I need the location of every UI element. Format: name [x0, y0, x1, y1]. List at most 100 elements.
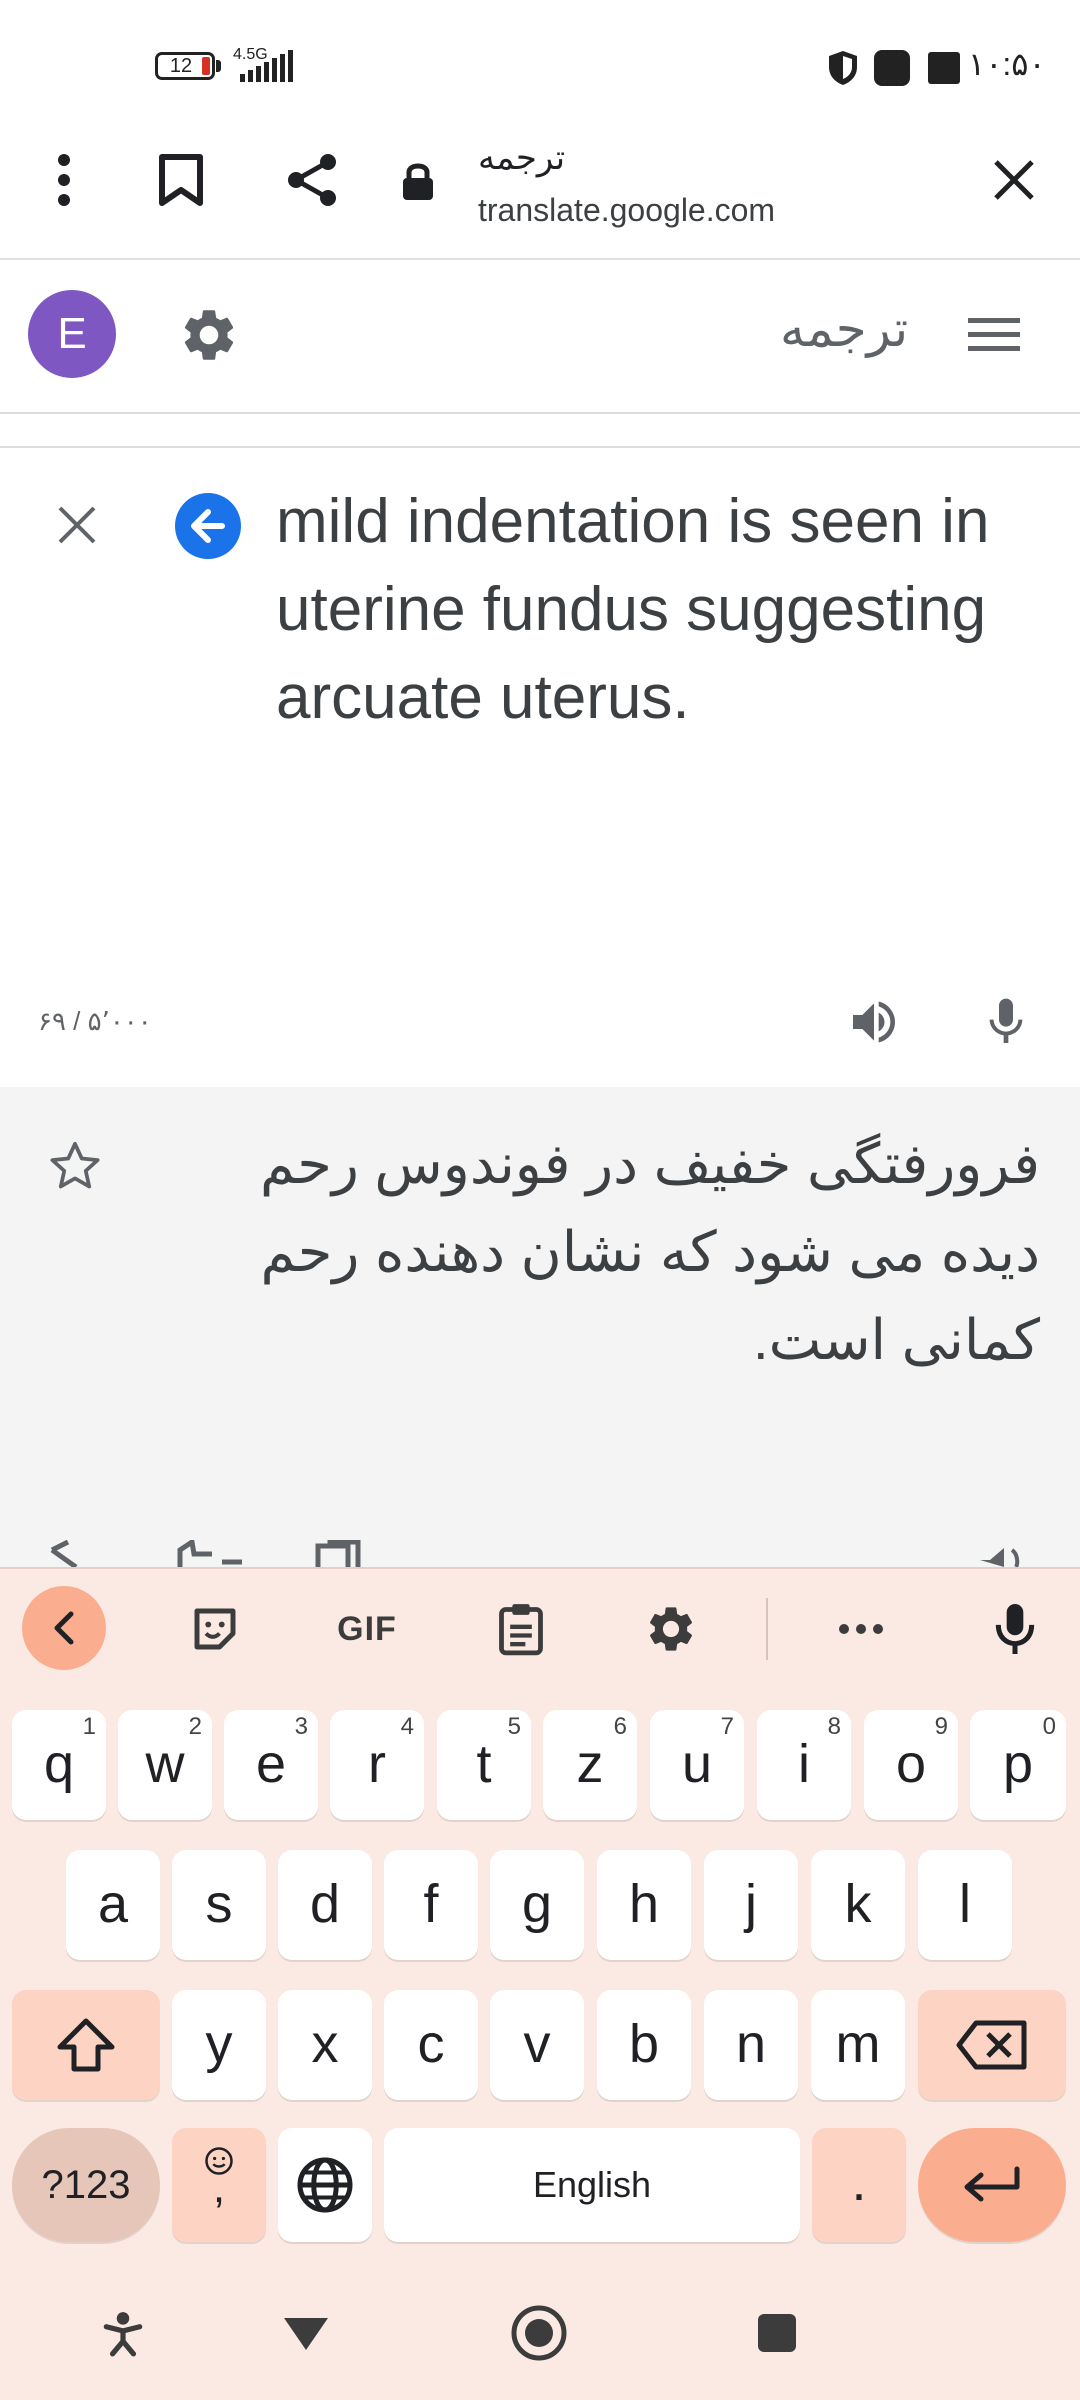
share-icon[interactable]	[284, 152, 340, 208]
shift-icon	[57, 2018, 115, 2072]
key-k[interactable]: k	[811, 1850, 905, 1960]
period-key[interactable]: .	[812, 2128, 906, 2242]
close-icon[interactable]	[992, 158, 1036, 202]
key-label: o	[895, 1734, 927, 1794]
key-label: j	[745, 1874, 757, 1934]
key-f[interactable]: f	[384, 1850, 478, 1960]
key-hint: 4	[400, 1713, 414, 1740]
back-arrow-icon[interactable]	[174, 492, 242, 560]
app-header	[0, 260, 1080, 414]
more-horizontal-icon	[839, 1624, 883, 1634]
gif-label: GIF	[337, 1609, 397, 1648]
key-hint: 8	[827, 1713, 841, 1740]
home-icon[interactable]	[510, 2304, 568, 2362]
key-label: i	[798, 1734, 810, 1794]
feedback-icon[interactable]	[172, 1540, 242, 1567]
share-translation-icon[interactable]	[48, 1540, 104, 1567]
key-hint: 0	[1042, 1713, 1056, 1740]
notification-icon-2	[928, 52, 960, 84]
key-d[interactable]: d	[278, 1850, 372, 1960]
key-u[interactable]: u7	[650, 1710, 744, 1820]
key-a[interactable]: a	[66, 1850, 160, 1960]
key-r[interactable]: r4	[330, 1710, 424, 1820]
listen-translation-icon[interactable]	[976, 1540, 1032, 1567]
key-hint: 3	[294, 1713, 308, 1740]
more-options-icon[interactable]	[52, 152, 76, 208]
app-title: ترجمه	[780, 301, 909, 357]
star-icon[interactable]	[46, 1138, 104, 1194]
space-key[interactable]: English	[384, 2128, 800, 2242]
recents-icon[interactable]	[756, 2312, 798, 2354]
gear-icon[interactable]	[178, 304, 240, 366]
key-label: English	[532, 2164, 652, 2205]
enter-key[interactable]	[918, 2128, 1066, 2242]
key-n[interactable]: n	[704, 1990, 798, 2100]
avatar[interactable]: E	[28, 290, 116, 378]
chevron-left-icon	[54, 1611, 74, 1645]
collapse-toolbar-button[interactable]	[22, 1586, 106, 1670]
key-hint: 9	[934, 1713, 948, 1740]
key-s[interactable]: s	[172, 1850, 266, 1960]
key-label: m	[835, 2014, 881, 2074]
key-label: r	[368, 1734, 386, 1794]
key-i[interactable]: i8	[757, 1710, 851, 1820]
key-label: a	[97, 1874, 129, 1934]
key-o[interactable]: o9	[864, 1710, 958, 1820]
key-p[interactable]: p0	[970, 1710, 1066, 1820]
key-m[interactable]: m	[811, 1990, 905, 2100]
key-t[interactable]: t5	[437, 1710, 531, 1820]
url-text[interactable]: translate.google.com	[478, 192, 775, 229]
key-label: g	[521, 1874, 553, 1934]
language-key[interactable]	[278, 2128, 372, 2242]
more-button[interactable]	[826, 1596, 896, 1662]
key-w[interactable]: w2	[118, 1710, 212, 1820]
key-z[interactable]: z6	[543, 1710, 637, 1820]
key-g[interactable]: g	[490, 1850, 584, 1960]
key-v[interactable]: v	[490, 1990, 584, 2100]
key-l[interactable]: l	[918, 1850, 1012, 1960]
clipboard-icon	[499, 1604, 543, 1656]
key-label: s	[205, 1874, 233, 1934]
menu-icon[interactable]	[968, 316, 1020, 354]
key-hint: 2	[188, 1713, 202, 1740]
page-title[interactable]: ترجمه	[478, 138, 565, 178]
key-label: q	[43, 1734, 75, 1794]
key-label: y	[205, 2014, 233, 2074]
key-x[interactable]: x	[278, 1990, 372, 2100]
gif-button[interactable]: GIF	[322, 1596, 412, 1662]
key-e[interactable]: e3	[224, 1710, 318, 1820]
key-label: b	[628, 2014, 660, 2074]
emoji-comma-key[interactable]: ,	[172, 2128, 266, 2242]
key-label: x	[311, 2014, 339, 2074]
copy-icon[interactable]	[310, 1540, 368, 1567]
key-h[interactable]: h	[597, 1850, 691, 1960]
key-y[interactable]: y	[172, 1990, 266, 2100]
clipboard-button[interactable]	[486, 1594, 556, 1664]
divider	[0, 446, 1080, 448]
key-q[interactable]: q1	[12, 1710, 106, 1820]
key-j[interactable]: j	[704, 1850, 798, 1960]
microphone-icon[interactable]	[978, 992, 1034, 1052]
accessibility-icon[interactable]	[98, 2308, 148, 2358]
source-text-input[interactable]: mild indentation is seen in uterine fund…	[276, 478, 1016, 742]
battery-level: 12	[169, 55, 193, 77]
backspace-key[interactable]	[918, 1990, 1066, 2100]
speaker-icon[interactable]	[846, 994, 902, 1050]
symbols-key[interactable]: ?123	[12, 2128, 160, 2242]
clear-input-icon[interactable]	[56, 504, 98, 546]
shift-key[interactable]	[12, 1990, 160, 2100]
key-c[interactable]: c	[384, 1990, 478, 2100]
bookmark-icon[interactable]	[158, 154, 204, 206]
key-label: k	[844, 1874, 872, 1934]
key-label: c	[417, 2014, 445, 2074]
key-hint: 5	[507, 1713, 521, 1740]
key-b[interactable]: b	[597, 1990, 691, 2100]
hide-keyboard-icon[interactable]	[280, 2314, 332, 2354]
globe-icon	[297, 2157, 353, 2213]
voice-input-button[interactable]	[980, 1594, 1050, 1664]
shield-icon	[829, 51, 857, 85]
keyboard-settings-button[interactable]	[636, 1594, 706, 1664]
key-label: v	[523, 2014, 551, 2074]
sticker-button[interactable]	[180, 1596, 250, 1662]
gear-icon	[649, 1607, 693, 1651]
